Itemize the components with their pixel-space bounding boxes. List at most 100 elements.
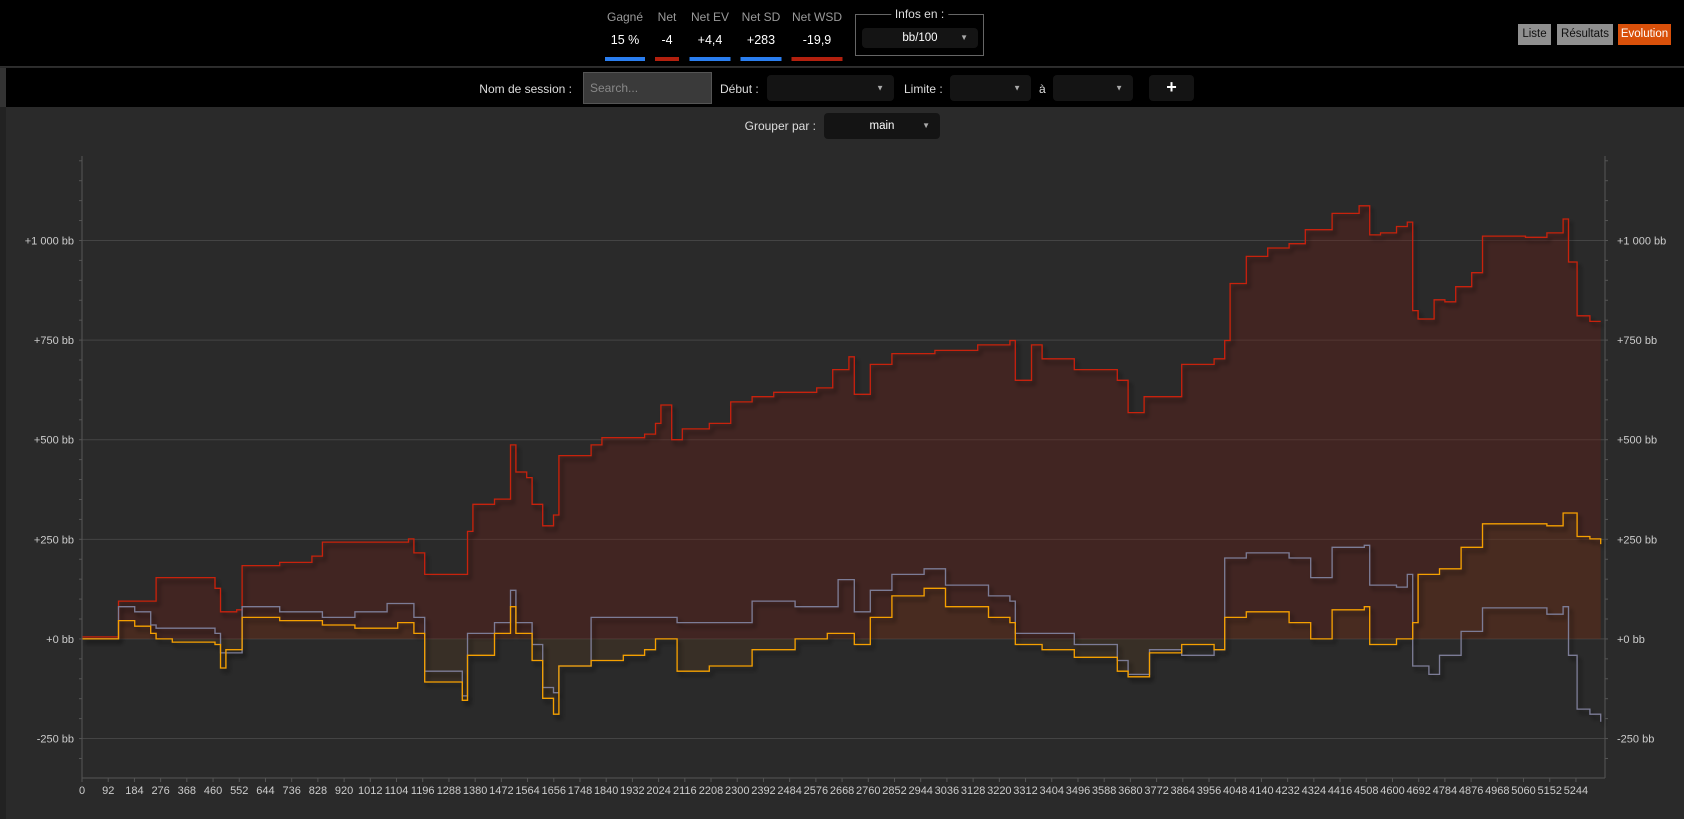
y-tick-label-right: -250 bb [1617,734,1654,746]
x-tick-label: 3496 [1066,785,1090,797]
x-tick-label: 2944 [908,785,932,797]
x-tick-label: 3220 [987,785,1011,797]
stat-underline [605,57,645,61]
y-tick-label-left: +1 000 bb [25,235,74,247]
series-area-orange [82,513,1601,715]
y-tick-label-right: +250 bb [1617,534,1657,546]
series-line-orange [82,512,1602,715]
x-tick-label: 4324 [1302,785,1326,797]
x-tick-label: 2208 [699,785,723,797]
x-tick-label: 2760 [856,785,880,797]
view-evolution-button[interactable]: Evolution [1618,24,1671,45]
x-tick-label: 1748 [568,785,592,797]
stat-underline [655,57,679,61]
series-area-red [82,205,1601,639]
group-by-select[interactable]: main ▼ [824,113,940,139]
x-tick-label: 4232 [1275,785,1299,797]
x-tick-label: 3036 [935,785,959,797]
group-by-value: main [869,120,895,132]
stat-label: Net SD [741,10,781,24]
stat-value: 15 % [610,33,640,47]
x-tick-label: 2668 [830,785,854,797]
x-tick-label: 1564 [515,785,539,797]
x-tick-label: 3680 [1118,785,1142,797]
series-line-red [82,205,1601,638]
x-tick-label: 3588 [1092,785,1116,797]
x-tick-label: 4600 [1380,785,1404,797]
chevron-down-icon: ▼ [960,33,968,42]
x-tick-label: 368 [178,785,196,797]
y-tick-label-right: +500 bb [1617,435,1657,447]
x-tick-label: 3864 [1171,785,1195,797]
stat-underline [791,57,843,61]
x-tick-label: 2024 [646,785,670,797]
stat-label: Net [657,10,677,24]
stat-won: Gagné 15 % [605,7,645,61]
stat-net-sd: Net SD +283 [740,7,782,61]
limit-to-select[interactable]: ▼ [1053,75,1133,101]
x-tick-label: 5152 [1537,785,1561,797]
x-tick-label: 2300 [725,785,749,797]
start-select[interactable]: ▼ [767,75,894,101]
view-list-button[interactable]: Liste [1518,24,1551,45]
stat-net-wsd: Net WSD -19,9 [791,7,843,61]
infos-group: Infos en : bb/100 ▼ [855,7,984,56]
x-tick-label: 4140 [1249,785,1273,797]
stat-value: +4,4 [697,33,723,47]
stat-net: Net -4 [655,7,679,61]
chevron-down-icon: ▼ [1115,83,1123,93]
view-results-button[interactable]: Résultats [1557,24,1613,45]
x-tick-label: 3128 [961,785,985,797]
stat-value: +283 [746,33,776,47]
x-tick-label: 460 [204,785,222,797]
unit-select[interactable]: bb/100 ▼ [862,28,978,48]
y-tick-label-left: +750 bb [34,335,74,347]
session-search-input[interactable]: Search... [583,72,712,104]
stat-label: Net WSD [791,10,842,24]
x-tick-label: 4416 [1328,785,1352,797]
limit-from-select[interactable]: ▼ [950,75,1031,101]
chevron-down-icon: ▼ [876,83,884,93]
stat-underline [740,57,782,61]
x-tick-label: 1012 [358,785,382,797]
x-tick-label: 4692 [1406,785,1430,797]
x-tick-label: 4876 [1459,785,1483,797]
stat-label: Net EV [690,10,729,24]
x-tick-label: 2116 [673,785,697,797]
x-tick-label: 0 [79,785,85,797]
stat-net-ev: Net EV +4,4 [689,7,731,61]
infos-legend: Infos en : [890,7,949,21]
stat-value: -4 [661,33,673,47]
x-tick-label: 644 [256,785,274,797]
x-tick-label: 1472 [489,785,513,797]
y-tick-label-left: +0 bb [46,634,74,646]
stat-underline [689,57,731,61]
chevron-down-icon: ▼ [1013,83,1021,93]
x-tick-label: 5060 [1511,785,1535,797]
x-tick-label: 2576 [804,785,828,797]
x-tick-label: 4968 [1485,785,1509,797]
x-tick-label: 2392 [751,785,775,797]
x-tick-label: 3956 [1197,785,1221,797]
add-filter-button[interactable]: + [1149,75,1194,101]
x-tick-label: 92 [102,785,114,797]
x-tick-label: 1932 [620,785,644,797]
x-tick-label: 1656 [542,785,566,797]
stat-value: -19,9 [802,33,832,47]
limit-label: Limite : [904,82,943,96]
top-bar: Gagné 15 % Net -4 Net EV +4,4 Net SD +283 Ne… [0,0,1684,67]
x-tick-label: 184 [125,785,143,797]
group-by-label: Grouper par : [744,119,816,133]
left-strip [0,107,6,819]
x-tick-label: 4508 [1354,785,1378,797]
x-tick-label: 3312 [1013,785,1037,797]
x-tick-label: 552 [230,785,248,797]
x-tick-label: 3772 [1144,785,1168,797]
x-tick-label: 828 [309,785,327,797]
x-tick-label: 276 [151,785,169,797]
y-tick-label-right: +1 000 bb [1617,235,1666,247]
stat-label: Gagné [606,10,644,24]
start-label: Début : [720,82,759,96]
x-tick-label: 4784 [1433,785,1457,797]
y-tick-label-right: +0 bb [1617,634,1645,646]
